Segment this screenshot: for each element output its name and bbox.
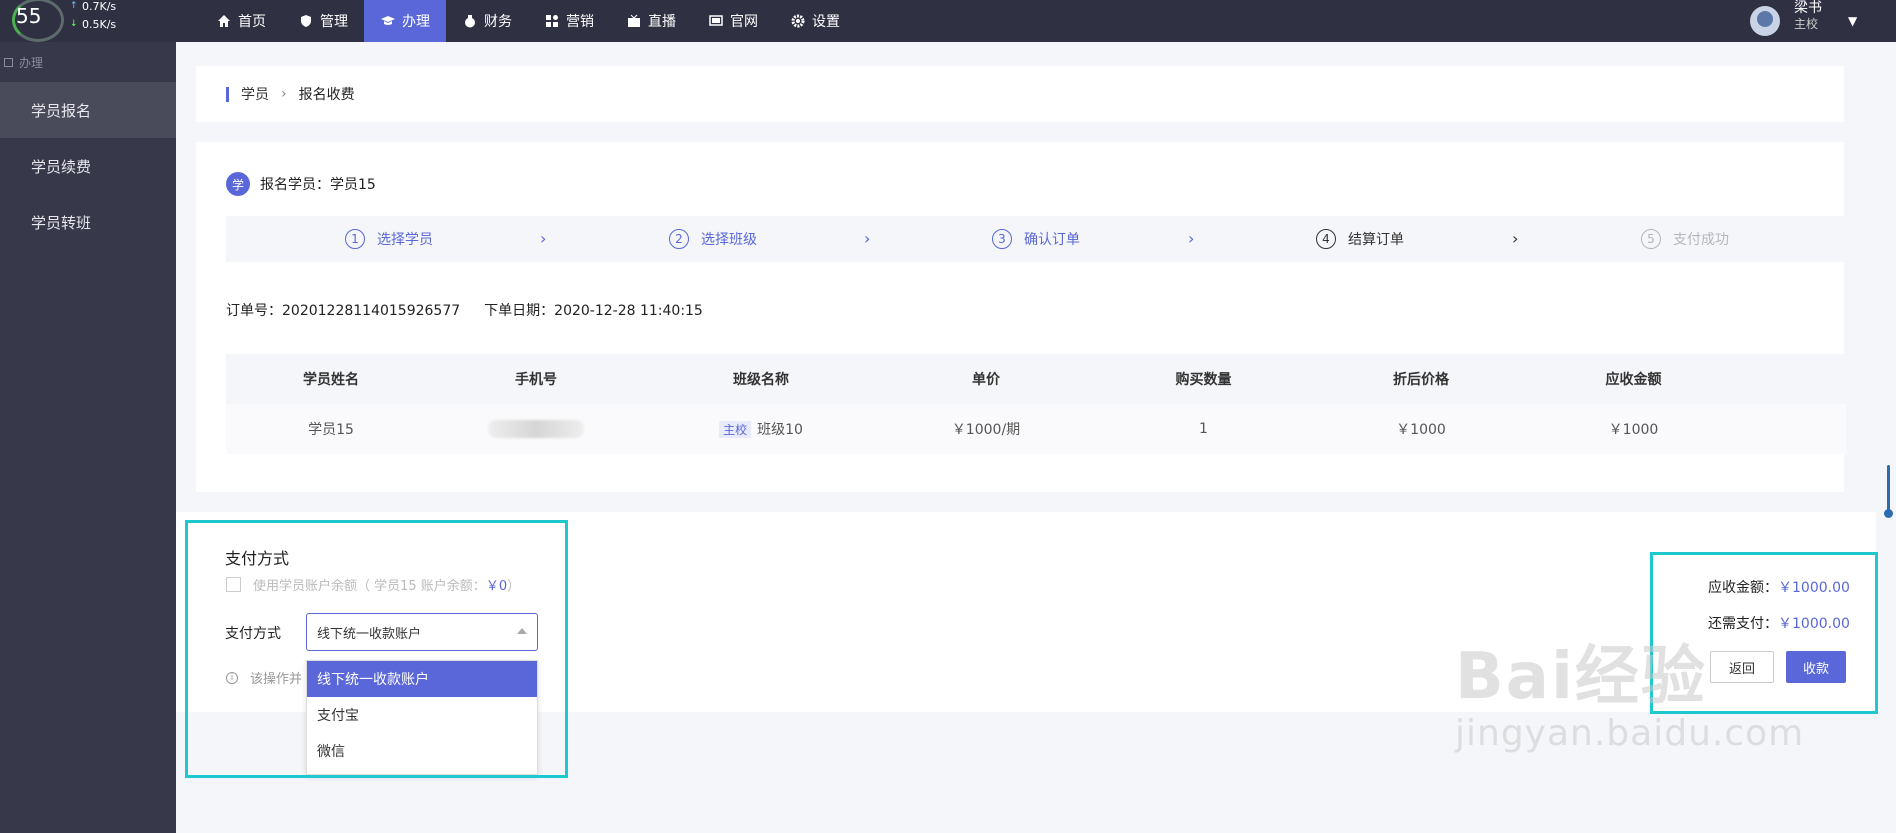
cell-name: 学员15	[308, 422, 354, 438]
nav-item-website[interactable]: 官网	[692, 0, 774, 42]
nav-item-handle[interactable]: 办理	[364, 0, 446, 42]
square-icon	[4, 57, 13, 67]
shield-icon	[298, 13, 314, 29]
user-menu[interactable]: 梁书 主校 ▼	[1750, 0, 1857, 42]
sidebar-item-renew[interactable]: 学员续费	[0, 138, 176, 194]
steps-bar: 1 选择学员 › 2 选择班级 › 3 确认订单 › 4 结算订单 › 5 支付…	[226, 216, 1846, 262]
table-header: 折后价格	[1393, 372, 1449, 388]
table-header: 学员姓名	[303, 372, 359, 388]
student-badge-icon: 学	[226, 172, 250, 196]
chevron-right-icon: ›	[1188, 229, 1195, 248]
monitor-icon	[708, 13, 724, 29]
order-number: 订单号：20201228114015926577	[226, 303, 461, 319]
cell-unit-price: ￥1000/期	[951, 422, 1021, 438]
cell-class: 主校 班级10	[636, 419, 886, 439]
chevron-right-icon: ›	[864, 229, 871, 248]
cell-phone-blurred	[436, 420, 636, 438]
chevron-right-icon: ›	[540, 229, 547, 248]
nav-item-finance[interactable]: 财务	[446, 0, 528, 42]
order-date: 下单日期：2020-12-28 11:40:15	[484, 303, 703, 319]
avatar	[1750, 6, 1780, 36]
system-monitor-widget: 55 ↑ 0.7K/s ↓ 0.5K/s	[6, 0, 126, 42]
sidebar-item-enroll[interactable]: 学员报名	[0, 82, 176, 138]
nav-item-label: 营销	[566, 14, 594, 30]
sidebar-section-title: 办理	[0, 42, 176, 82]
upload-speed: 0.7K/s	[82, 0, 117, 13]
baidu-watermark-logo: Bai经验 jingyan.baidu.com	[1455, 640, 1805, 754]
scrollbar-thumb[interactable]	[1884, 465, 1893, 518]
nav-item-home[interactable]: 首页	[200, 0, 282, 42]
highlight-box-payment	[185, 520, 568, 778]
breadcrumb-current: 报名收费	[298, 87, 355, 103]
chevron-right-icon: ›	[1512, 229, 1519, 248]
breadcrumb-root[interactable]: 学员	[241, 84, 269, 104]
grid-icon	[544, 13, 560, 29]
nav-item-marketing[interactable]: 营销	[528, 0, 610, 42]
step-settle-order: 4 结算订单	[1316, 216, 1404, 262]
download-speed: 0.5K/s	[82, 18, 117, 31]
table-header: 班级名称	[733, 372, 789, 388]
order-card: 学 报名学员：学员15 1 选择学员 › 2 选择班级 › 3 确认订单 › 4…	[196, 142, 1846, 492]
table-header: 购买数量	[1175, 372, 1232, 388]
campus-tag: 主校	[719, 421, 752, 438]
cell-discount-price: ￥1000	[1396, 422, 1446, 438]
money-bag-icon	[462, 13, 478, 29]
nav-item-label: 首页	[238, 14, 266, 30]
enroll-student: 学 报名学员：学员15	[226, 172, 376, 196]
step-pay-success: 5 支付成功	[1641, 216, 1729, 262]
main-nav: 首页 管理 办理 财务 营销 直播 官网 设置	[200, 0, 856, 42]
nav-item-label: 直播	[648, 14, 676, 30]
top-nav-bar: 55 ↑ 0.7K/s ↓ 0.5K/s 首页 管理 办理 财务 营销 直播 官…	[0, 0, 1896, 42]
nav-item-settings[interactable]: 设置	[774, 0, 856, 42]
student-label: 报名学员：学员15	[260, 177, 376, 193]
tv-icon	[626, 13, 642, 29]
step-confirm-order: 3 确认订单	[992, 216, 1080, 262]
table-row: 学员15 主校 班级10 ￥1000/期 1 ￥1000 ￥1000	[226, 404, 1846, 454]
caret-down-icon[interactable]: ▼	[1848, 14, 1857, 28]
cell-receivable: ￥1000	[1608, 422, 1659, 438]
sidebar: 办理 学员报名 学员续费 学员转班	[0, 42, 176, 833]
breadcrumb-accent-bar	[226, 86, 229, 102]
breadcrumb: 学员 › 报名收费	[196, 66, 1844, 122]
gear-icon	[790, 13, 806, 29]
chevron-right-icon: ›	[281, 86, 287, 102]
nav-item-label: 设置	[812, 14, 840, 30]
order-meta: 订单号：20201228114015926577 下单日期：2020-12-28…	[226, 300, 727, 320]
nav-item-manage[interactable]: 管理	[282, 0, 364, 42]
nav-item-label: 财务	[484, 14, 512, 30]
cell-qty: 1	[1199, 421, 1208, 437]
table-header: 单价	[972, 372, 1000, 388]
nav-item-label: 管理	[320, 14, 348, 30]
table-header: 应收金额	[1605, 372, 1662, 388]
step-select-class: 2 选择班级	[669, 216, 757, 262]
table-header-row: 学员姓名 手机号 班级名称 单价 购买数量 折后价格 应收金额	[226, 354, 1846, 404]
graduation-cap-icon	[380, 13, 396, 29]
sidebar-item-transfer[interactable]: 学员转班	[0, 194, 176, 250]
user-name: 梁书	[1794, 0, 1822, 16]
order-table: 学员姓名 手机号 班级名称 单价 购买数量 折后价格 应收金额 学员15 主校班…	[226, 354, 1846, 454]
nav-item-label: 官网	[730, 14, 758, 30]
user-role: 主校	[1794, 17, 1819, 31]
nav-item-live[interactable]: 直播	[610, 0, 692, 42]
table-header: 手机号	[515, 372, 557, 388]
download-arrow-icon: ↓	[70, 19, 78, 29]
upload-arrow-icon: ↑	[70, 1, 78, 11]
nav-item-label: 办理	[402, 14, 430, 30]
cpu-percent: 55	[16, 4, 42, 28]
step-select-student: 1 选择学员	[345, 216, 433, 262]
home-icon	[216, 13, 232, 29]
